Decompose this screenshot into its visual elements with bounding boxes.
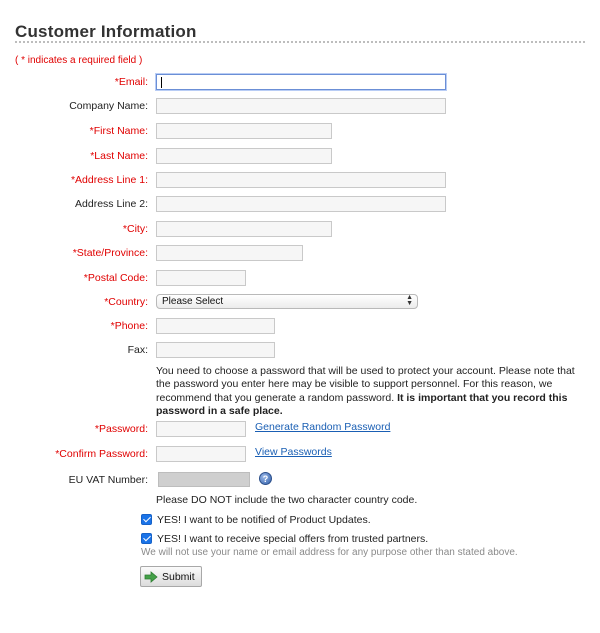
phone-field[interactable]	[156, 318, 275, 334]
partner-offers-label: YES! I want to receive special offers fr…	[157, 533, 429, 545]
password-label: *Password:	[94, 423, 148, 435]
postal-row: *Postal Code:	[0, 270, 600, 288]
country-select[interactable]: Please Select ▲ ▼	[156, 294, 418, 309]
state-field[interactable]	[156, 245, 303, 261]
submit-label: Submit	[162, 571, 195, 583]
last-name-field[interactable]	[156, 148, 332, 164]
help-icon[interactable]: ?	[259, 472, 272, 485]
page-title: Customer Information	[15, 22, 197, 41]
address1-field[interactable]	[156, 172, 446, 188]
text-caret	[161, 77, 162, 88]
required-field-note: ( * indicates a required field )	[15, 55, 143, 66]
password-field[interactable]	[156, 421, 246, 437]
select-arrows-icon: ▲ ▼	[406, 294, 413, 307]
last-name-row: *Last Name:	[0, 148, 600, 166]
company-field[interactable]	[156, 98, 446, 114]
view-passwords-link[interactable]: View Passwords	[255, 446, 332, 458]
vat-row: EU VAT Number: ?	[0, 472, 600, 490]
confirm-password-field[interactable]	[156, 446, 246, 462]
phone-label: *Phone:	[110, 320, 148, 332]
vat-field[interactable]	[158, 472, 250, 487]
company-row: Company Name:	[0, 98, 600, 116]
product-updates-checkbox[interactable]	[141, 514, 152, 525]
company-label: Company Name:	[69, 100, 148, 112]
fax-row: Fax:	[0, 342, 600, 360]
postal-label: *Postal Code:	[83, 272, 148, 284]
confirm-password-label: *Confirm Password:	[55, 448, 148, 460]
submit-button[interactable]: Submit	[140, 566, 202, 587]
state-row: *State/Province:	[0, 245, 600, 263]
vat-label: EU VAT Number:	[68, 474, 148, 486]
country-label: *Country:	[104, 296, 148, 308]
country-selected-value: Please Select	[162, 296, 224, 307]
vat-note: Please DO NOT include the two character …	[156, 494, 418, 506]
fax-field[interactable]	[156, 342, 275, 358]
first-name-field[interactable]	[156, 123, 332, 139]
city-label: *City:	[122, 223, 148, 235]
city-row: *City:	[0, 221, 600, 239]
email-label: *Email:	[114, 76, 148, 88]
title-divider	[15, 41, 585, 43]
first-name-row: *First Name:	[0, 123, 600, 141]
last-name-label: *Last Name:	[90, 150, 148, 162]
city-field[interactable]	[156, 221, 332, 237]
password-info-text: You need to choose a password that will …	[156, 365, 576, 419]
fax-label: Fax:	[127, 344, 148, 356]
address2-label: Address Line 2:	[75, 198, 148, 210]
address2-row: Address Line 2:	[0, 196, 600, 214]
product-updates-label: YES! I want to be notified of Product Up…	[157, 514, 371, 526]
postal-field[interactable]	[156, 270, 246, 286]
address2-field[interactable]	[156, 196, 446, 212]
partner-offers-checkbox[interactable]	[141, 533, 152, 544]
address1-label: *Address Line 1:	[70, 174, 148, 186]
address1-row: *Address Line 1:	[0, 172, 600, 190]
state-label: *State/Province:	[72, 247, 148, 259]
phone-row: *Phone:	[0, 318, 600, 336]
country-row: *Country: Please Select ▲ ▼	[0, 294, 600, 312]
arrow-right-icon	[144, 571, 158, 583]
privacy-disclaimer: We will not use your name or email addre…	[141, 547, 518, 558]
first-name-label: *First Name:	[89, 125, 148, 137]
email-row: *Email:	[0, 74, 600, 92]
generate-password-link[interactable]: Generate Random Password	[255, 421, 390, 433]
email-field[interactable]	[156, 74, 446, 90]
